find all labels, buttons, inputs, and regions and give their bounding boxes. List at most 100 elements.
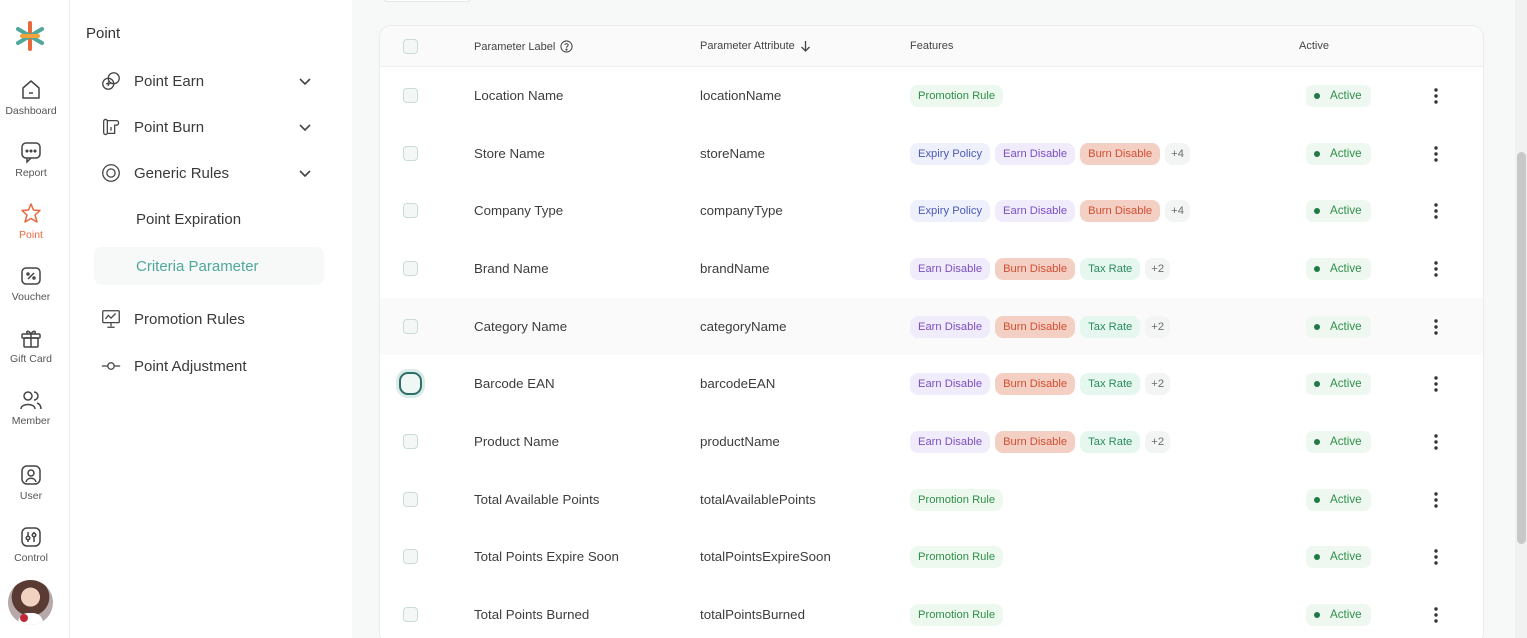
row-checkbox[interactable]	[403, 491, 418, 507]
status-dot-icon	[1314, 554, 1320, 561]
table-row[interactable]: Total Available Points totalAvailablePoin…	[380, 471, 1483, 529]
row-checkbox[interactable]	[403, 87, 418, 103]
parameter-attribute-cell: categoryName	[700, 318, 787, 334]
rail-item-point[interactable]: Point	[0, 202, 62, 241]
toolbar-control-partial[interactable]	[382, 0, 472, 2]
rail-label: Control	[14, 552, 48, 564]
more-options-kebab-icon[interactable]	[1428, 202, 1444, 220]
row-checkbox[interactable]	[403, 260, 418, 276]
more-features-badge[interactable]: +2	[1145, 315, 1171, 338]
table-row[interactable]: Total Points Burned totalPointsBurned Prom…	[380, 586, 1483, 638]
feature-badge: Burn Disable	[995, 315, 1076, 338]
feature-badge: Expiry Policy	[910, 142, 991, 165]
nav-item-point-burn[interactable]: Point Burn	[94, 108, 322, 146]
point-subnav: Point Point Earn Point Burn Generic Rule…	[70, 0, 352, 638]
rail-item-dashboard[interactable]: Dashboard	[0, 78, 62, 117]
more-features-badge[interactable]: +4	[1165, 200, 1190, 223]
header-parameter-label[interactable]: Parameter Label	[474, 40, 573, 53]
row-checkbox[interactable]	[403, 145, 418, 161]
nav-item-point-earn[interactable]: Point Earn	[94, 62, 322, 100]
table-row[interactable]: Location Name locationName Promotion Rule A…	[380, 67, 1483, 125]
table-row[interactable]: Total Points Expire Soon totalPointsExpir…	[380, 529, 1483, 587]
nav-label: Point Earn	[134, 72, 205, 90]
parameter-label-cell: Brand Name	[474, 260, 549, 276]
more-features-badge[interactable]: +2	[1145, 431, 1171, 454]
more-options-kebab-icon[interactable]	[1428, 433, 1444, 451]
scrollbar-thumb[interactable]	[1517, 152, 1526, 544]
row-checkbox[interactable]	[403, 607, 418, 623]
more-features-badge[interactable]: +2	[1145, 257, 1171, 280]
feature-badge: Burn Disable	[995, 257, 1076, 280]
brand-logo-icon[interactable]	[14, 20, 46, 52]
rail-item-control[interactable]: Control	[0, 525, 62, 564]
criteria-parameter-table: Parameter Label Parameter Attribute Feat…	[379, 25, 1484, 638]
more-options-kebab-icon[interactable]	[1428, 491, 1444, 509]
feature-badge: Earn Disable	[910, 315, 991, 338]
chevron-down-icon[interactable]	[298, 74, 312, 88]
parameter-attribute-cell: locationName	[700, 87, 782, 103]
status-text: Active	[1330, 88, 1362, 102]
table-row[interactable]: Company Type companyType Expiry Policy Earn…	[380, 182, 1483, 240]
status-dot-icon	[1314, 208, 1320, 215]
row-checkbox[interactable]	[403, 203, 418, 219]
rail-item-user[interactable]: User	[0, 463, 62, 502]
nav-item-generic-rules[interactable]: Generic Rules	[94, 154, 322, 192]
point-burn-icon	[103, 118, 120, 136]
table-row[interactable]: Brand Name brandName Earn Disable Burn Disa…	[380, 240, 1483, 298]
table-row[interactable]: Category Name categoryName Earn Disable Bur…	[380, 297, 1483, 356]
row-checkbox[interactable]	[403, 549, 418, 565]
table-row[interactable]: Store Name storeName Expiry Policy Earn Dis…	[380, 125, 1483, 183]
nav-label: Promotion Rules	[134, 310, 245, 328]
row-checkbox[interactable]	[403, 434, 418, 450]
status-dot-icon	[1314, 496, 1320, 503]
more-options-kebab-icon[interactable]	[1428, 145, 1444, 163]
more-features-badge[interactable]: +2	[1145, 373, 1171, 396]
row-checkbox[interactable]	[403, 318, 418, 334]
feature-badge: Earn Disable	[910, 257, 991, 280]
subnav-title: Point	[86, 25, 121, 42]
status-dot-icon	[1314, 381, 1320, 388]
rail-item-member[interactable]: Member	[0, 388, 62, 427]
more-options-kebab-icon[interactable]	[1428, 606, 1444, 624]
nav-item-point-adjustment[interactable]: Point Adjustment	[94, 347, 322, 385]
feature-badge: Promotion Rule	[910, 488, 1004, 511]
rail-item-voucher[interactable]: Voucher	[0, 264, 62, 303]
nav-item-promotion-rules[interactable]: Promotion Rules	[94, 300, 322, 338]
more-options-kebab-icon[interactable]	[1428, 548, 1444, 566]
control-icon	[21, 527, 41, 547]
features-cell: Earn Disable Burn Disable Tax Rate +2	[910, 373, 1171, 396]
table-header: Parameter Label Parameter Attribute Feat…	[380, 26, 1483, 67]
sub-item-point-expiration[interactable]: Point Expiration	[94, 200, 324, 238]
table-row[interactable]: Product Name productName Earn Disable Burn …	[380, 413, 1483, 471]
parameter-label-cell: Total Points Expire Soon	[474, 549, 619, 565]
more-options-kebab-icon[interactable]	[1428, 260, 1444, 278]
more-options-kebab-icon[interactable]	[1428, 87, 1444, 105]
features-cell: Expiry Policy Earn Disable Burn Disable +4	[910, 142, 1190, 165]
sub-item-criteria-parameter[interactable]: Criteria Parameter	[94, 247, 324, 285]
chevron-down-icon[interactable]	[298, 166, 312, 180]
arrow-down-icon[interactable]	[800, 40, 811, 52]
table-row[interactable]: Barcode EAN barcodeEAN Earn Disable Burn Di…	[380, 356, 1483, 414]
help-circle-icon[interactable]	[560, 40, 573, 53]
point-earn-icon	[102, 72, 120, 90]
status-text: Active	[1330, 146, 1362, 160]
more-features-badge[interactable]: +4	[1165, 142, 1190, 165]
status-dot-icon	[1314, 92, 1320, 99]
status-text: Active	[1330, 204, 1362, 218]
status-text: Active	[1330, 550, 1362, 564]
status-badge: Active	[1306, 84, 1371, 107]
features-cell: Promotion Rule	[910, 546, 1004, 569]
generic-rules-icon	[102, 164, 120, 182]
rail-item-report[interactable]: Report	[0, 140, 62, 179]
chevron-down-icon[interactable]	[298, 120, 312, 134]
voucher-icon	[21, 267, 41, 285]
status-text: Active	[1330, 608, 1362, 622]
avatar[interactable]	[8, 580, 53, 625]
select-all-checkbox[interactable]	[403, 39, 418, 54]
more-options-kebab-icon[interactable]	[1428, 375, 1444, 393]
header-parameter-attribute[interactable]: Parameter Attribute	[700, 40, 811, 52]
rail-item-gift-card[interactable]: Gift Card	[0, 326, 62, 365]
row-checkbox[interactable]	[399, 372, 422, 396]
more-options-kebab-icon[interactable]	[1428, 318, 1444, 336]
parameter-attribute-cell: totalAvailablePoints	[700, 491, 816, 507]
